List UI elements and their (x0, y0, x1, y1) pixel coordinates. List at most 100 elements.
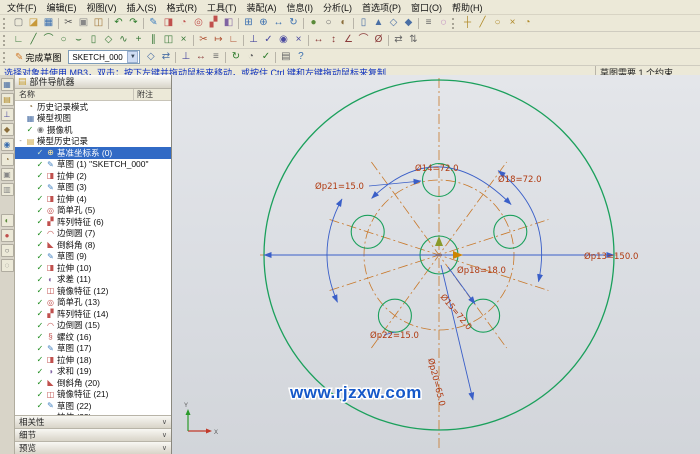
fillet-tool[interactable]: ⌣ (71, 33, 86, 47)
tree-item-datum-csys-0[interactable]: ✓⊕基准坐标系 (0) (15, 147, 171, 159)
tree-checkmark-icon[interactable]: ✓ (36, 286, 44, 295)
wireframe-view-button[interactable]: ○ (321, 16, 336, 30)
tree-checkmark-icon[interactable]: ✓ (36, 183, 44, 192)
web-browser-icon[interactable]: ◉ (1, 138, 14, 151)
tree-checkmark-icon[interactable]: ✓ (36, 378, 44, 387)
tree-item-thread-16[interactable]: ✓§螺纹 (16) (15, 331, 171, 343)
rotate-view-button[interactable]: ↻ (286, 16, 301, 30)
dim-text-bolt-circle-right[interactable]: Ø18=72.0 (498, 174, 542, 185)
panel-preview[interactable]: 预览 ∨ (15, 441, 171, 454)
navigator-title-bar[interactable]: ▤ 部件导航器 (15, 75, 171, 89)
sketch-preferences-button[interactable]: ▤ (278, 50, 293, 64)
new-button[interactable]: ▢ (11, 16, 26, 30)
fit-view-button[interactable]: ⊞ (241, 16, 256, 30)
panel-dependencies[interactable]: 相关性 ∨ (15, 415, 171, 428)
undo-button[interactable]: ↶ (111, 16, 126, 30)
alternate-solution-button[interactable]: ⇅ (406, 33, 421, 47)
tree-item-pattern-14[interactable]: ✓▞阵列特征 (14) (15, 308, 171, 320)
menu-analysis[interactable]: 分析(L) (318, 1, 357, 14)
dim-text-hole-position[interactable]: Øp21=15.0 (315, 181, 364, 192)
update-model-button[interactable]: ↻ (228, 50, 243, 64)
dim-text-outer-diameter[interactable]: Øp13=150.0 (584, 251, 638, 262)
tree-item-history-mode[interactable]: ◔历史记录模式 (15, 101, 171, 113)
column-name[interactable]: 名称 (15, 89, 134, 100)
tree-checkmark-icon[interactable]: ✓ (36, 344, 44, 353)
tree-item-sketch-17[interactable]: ✓✎草图 (17) (15, 343, 171, 355)
menu-assemblies[interactable]: 装配(A) (242, 1, 282, 14)
tree-checkmark-icon[interactable]: ✓ (36, 148, 44, 157)
menu-window[interactable]: 窗口(O) (406, 1, 447, 14)
tree-checkmark-icon[interactable]: ✓ (26, 125, 34, 134)
tree-checkmark-icon[interactable]: ✓ (36, 309, 44, 318)
dim-arc-left[interactable] (327, 199, 342, 302)
studio-spline-tool[interactable]: ∿ (116, 33, 131, 47)
tree-item-chamfer-8[interactable]: ✓◣倒斜角 (8) (15, 239, 171, 251)
manager-icon[interactable]: ▥ (1, 183, 14, 196)
sketch-canvas[interactable]: Øp21=15.0 Ø14=72.0 Ø18=72.0 Øp13=150.0 Ø… (172, 75, 700, 454)
pattern-feature-button[interactable]: ▞ (206, 16, 221, 30)
sketch-relations-button[interactable]: ≡ (208, 50, 223, 64)
offset-curve-tool[interactable]: ∥ (146, 33, 161, 47)
delay-evaluation-button[interactable]: ◔ (243, 50, 258, 64)
polygon-tool[interactable]: ◇ (101, 33, 116, 47)
tree-item-blend-15[interactable]: ✓◠边倒圆 (15) (15, 320, 171, 332)
tree-checkmark-icon[interactable]: ✓ (36, 321, 44, 330)
snap-intersection-button[interactable]: × (505, 16, 520, 30)
arc-tool[interactable]: ⌒ (41, 33, 56, 47)
intersection-point-tool[interactable]: × (176, 33, 191, 47)
toolbar-grip[interactable] (3, 18, 8, 29)
dim-text-hole-diameter[interactable]: Øp22=15.0 (370, 330, 419, 341)
tree-checkmark-icon[interactable]: ✓ (36, 252, 44, 261)
shaded-view-button[interactable]: ● (306, 16, 321, 30)
show-hide-button[interactable]: ◌ (436, 16, 451, 30)
sketch-button[interactable]: ✎ (146, 16, 161, 30)
angular-dimension-button[interactable]: ∠ (341, 33, 356, 47)
dim-line-bottom[interactable] (441, 265, 473, 400)
display-sketch-constraints-button[interactable]: ⊥ (178, 50, 193, 64)
remove-constraints-button[interactable]: × (291, 33, 306, 47)
menu-view[interactable]: 视图(V) (82, 1, 122, 14)
trimetric-view-button[interactable]: ◆ (401, 16, 416, 30)
menu-help[interactable]: 帮助(H) (447, 1, 488, 14)
history-palette-icon[interactable]: ◔ (1, 153, 14, 166)
layer-settings-button[interactable]: ≡ (421, 16, 436, 30)
tree-item-mirror-12[interactable]: ✓◫镜像特征 (12) (15, 285, 171, 297)
dim-text-inner-circle[interactable]: Øp20=65.0 (425, 357, 448, 407)
tree-item-blend-7[interactable]: ✓◠边倒圆 (7) (15, 228, 171, 240)
extrude-button[interactable]: ◨ (161, 16, 176, 30)
tree-item-cameras[interactable]: ✓◉摄像机 (15, 124, 171, 136)
menu-tools[interactable]: 工具(T) (202, 1, 242, 14)
dim-text-center-hole[interactable]: Øp18=18.0 (457, 265, 506, 276)
tree-checkmark-icon[interactable]: ✓ (36, 229, 44, 238)
circle-tool[interactable]: ○ (56, 33, 71, 47)
top-view-button[interactable]: ▲ (371, 16, 386, 30)
roles-icon[interactable]: ● (1, 229, 14, 242)
tree-checkmark-icon[interactable]: ✓ (36, 206, 44, 215)
snap-quadrant-button[interactable]: ◔ (520, 16, 535, 30)
profile-tool[interactable]: ∟ (11, 33, 26, 47)
constraint-navigator-icon[interactable]: ⊥ (1, 108, 14, 121)
tree-checkmark-icon[interactable]: ✓ (36, 217, 44, 226)
line-tool[interactable]: ╱ (26, 33, 41, 47)
menu-information[interactable]: 信息(I) (282, 1, 319, 14)
geometric-constraints-button[interactable]: ⊥ (246, 33, 261, 47)
help-button[interactable]: ? (293, 50, 308, 64)
tree-checkmark-icon[interactable]: ✓ (36, 390, 44, 399)
open-button[interactable]: ◪ (26, 16, 41, 30)
assembly-navigator-icon[interactable]: ▤ (1, 93, 14, 106)
materials-icon[interactable]: ◐ (1, 214, 14, 227)
menu-format[interactable]: 格式(R) (162, 1, 203, 14)
snap-center-button[interactable]: ○ (490, 16, 505, 30)
tree-checkmark-icon[interactable]: ✓ (36, 401, 44, 410)
tree-item-extrude-18[interactable]: ✓◨拉伸 (18) (15, 354, 171, 366)
tree-checkmark-icon[interactable]: ✓ (36, 298, 44, 307)
tree-checkmark-icon[interactable]: ✓ (36, 263, 44, 272)
point-tool[interactable]: + (131, 33, 146, 47)
column-note[interactable]: 附注 (134, 89, 171, 100)
tree-checkmark-icon[interactable]: ✓ (36, 171, 44, 180)
tree-item-unite-19[interactable]: ✓◑求和 (19) (15, 366, 171, 378)
tree-item-mirror-21[interactable]: ✓◫镜像特征 (21) (15, 389, 171, 401)
tree-item-chamfer-20[interactable]: ✓◣倒斜角 (20) (15, 377, 171, 389)
shell-button[interactable]: ◧ (221, 16, 236, 30)
tree-item-model-history[interactable]: -▤模型历史记录 (15, 136, 171, 148)
